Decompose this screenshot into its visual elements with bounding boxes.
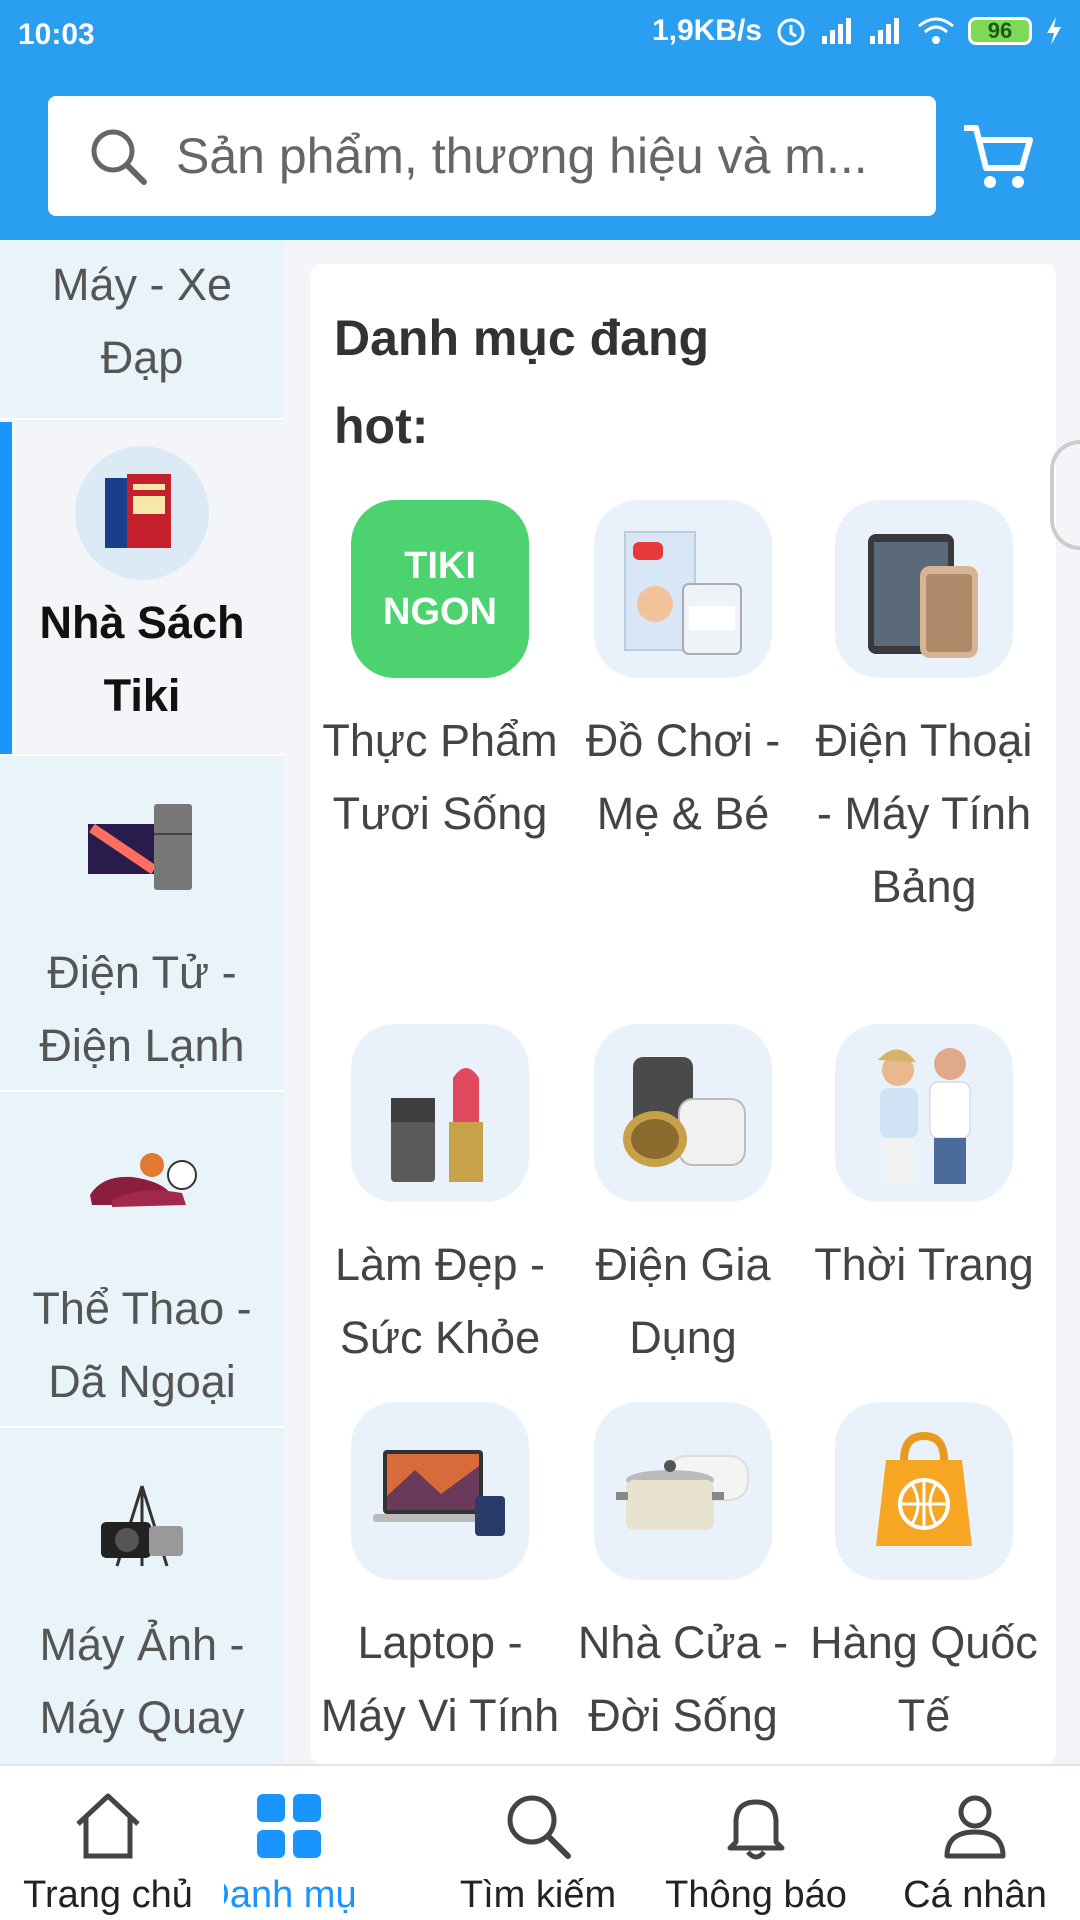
rice-cooker-pan-icon xyxy=(594,1024,772,1202)
category-tile[interactable]: Laptop - Máy Vi Tính xyxy=(320,1402,560,1752)
category-tile[interactable]: Điện Gia Dụng xyxy=(563,1024,803,1374)
sidebar-item-label: Thể Thao - Dã Ngoại xyxy=(32,1283,252,1407)
global-bag-icon xyxy=(835,1402,1013,1580)
category-label: Nhà Cửa - Đời Sống xyxy=(577,1617,789,1741)
sidebar-item-the-thao-da-ngoai[interactable]: Thể Thao - Dã Ngoại xyxy=(0,1094,284,1428)
bottom-navigation: Trang chủ Danh mục Tìm kiếm Thông báo Cá… xyxy=(0,1764,1080,1920)
charging-icon xyxy=(1047,17,1061,45)
sidebar-item-label: Nhà Sách Tiki xyxy=(39,597,245,721)
camera-thumbnail xyxy=(75,1454,209,1588)
lipstick-perfume-icon xyxy=(351,1024,529,1202)
books-thumbnail xyxy=(75,446,209,580)
sidebar-item-may-xe-dap[interactable]: Máy - Xe Đạp xyxy=(0,240,284,420)
nav-label: Danh mục xyxy=(224,1874,354,1916)
status-bar: 10:03 1,9KB/s 96 xyxy=(0,0,1080,72)
status-time: 10:03 xyxy=(18,18,95,51)
pot-pillow-icon xyxy=(594,1402,772,1580)
category-label: Điện Thoại - Máy Tính Bảng xyxy=(815,715,1033,912)
nav-label: Thông báo xyxy=(665,1874,847,1916)
category-tile[interactable]: Điện Thoại - Máy Tính Bảng xyxy=(804,500,1044,923)
category-label: Làm Đẹp - Sức Khỏe xyxy=(334,1239,546,1363)
books-icon xyxy=(105,474,171,548)
nav-label: Tìm kiếm xyxy=(459,1874,617,1916)
sidebar-item-dien-tu-dien-lanh[interactable]: Điện Tử - Điện Lạnh xyxy=(0,758,284,1092)
electronics-thumbnail xyxy=(75,782,209,916)
nav-item-search[interactable]: Tìm kiếm xyxy=(448,1766,628,1920)
battery-indicator: 96 xyxy=(968,17,1032,45)
search-icon xyxy=(91,129,147,185)
signal-icon xyxy=(822,18,851,44)
nav-item-categories[interactable]: Danh mục xyxy=(224,1766,354,1920)
category-tile[interactable]: Nhà Cửa - Đời Sống xyxy=(563,1402,803,1752)
category-label: Đồ Chơi - Mẹ & Bé xyxy=(585,715,781,839)
sports-thumbnail xyxy=(75,1118,209,1252)
home-icon xyxy=(76,1793,140,1859)
category-tile[interactable]: Thời Trang xyxy=(804,1024,1044,1301)
search-placeholder: Sản phẩm, thương hiệu và m... xyxy=(176,128,868,184)
diapers-milk-icon xyxy=(594,500,772,678)
scroll-handle[interactable] xyxy=(1050,440,1080,550)
laptop-icon xyxy=(351,1402,529,1580)
nav-item-profile[interactable]: Cá nhân xyxy=(890,1766,1060,1920)
alarm-icon xyxy=(777,18,805,46)
signal-icon-2 xyxy=(870,18,899,44)
category-tile[interactable]: TIKI NGON Thực Phẩm Tươi Sống xyxy=(320,500,560,850)
sidebar-item-nha-sach-tiki[interactable]: Nhà Sách Tiki xyxy=(0,422,284,756)
sneakers-ball-icon xyxy=(90,1153,197,1207)
sidebar-item-may-anh-may-quay[interactable]: Máy Ảnh - Máy Quay Phim xyxy=(0,1430,284,1764)
user-icon xyxy=(944,1795,1006,1859)
network-speed: 1,9KB/s xyxy=(651,14,762,47)
grid-icon xyxy=(257,1794,321,1858)
category-tile[interactable]: Hàng Quốc Tế xyxy=(804,1402,1044,1752)
category-label: Laptop - Máy Vi Tính xyxy=(320,1617,560,1741)
nav-item-home[interactable]: Trang chủ xyxy=(10,1766,206,1920)
app-header: 10:03 1,9KB/s 96 Sản phẩm, thương hiệu v… xyxy=(0,0,1080,240)
sidebar-item-label: Máy - Xe Đạp xyxy=(51,259,233,383)
category-tile[interactable]: Đồ Chơi - Mẹ & Bé xyxy=(563,500,803,850)
search-icon xyxy=(507,1795,571,1859)
bell-icon xyxy=(727,1799,785,1860)
fashion-models-icon xyxy=(835,1024,1013,1202)
nav-item-notifications[interactable]: Thông báo xyxy=(656,1766,856,1920)
category-sidebar: Máy - Xe Đạp Nhà Sách Tiki Điện Tử - Điệ… xyxy=(0,240,284,1764)
logo-text: TIKI NGON xyxy=(383,545,497,633)
hot-categories-panel: Danh mục đang hot: TIKI NGON Thực Phẩm T… xyxy=(310,264,1056,1764)
sidebar-item-label: Máy Ảnh - Máy Quay Phim xyxy=(39,1619,245,1743)
wifi-icon xyxy=(918,17,954,44)
nav-label: Trang chủ xyxy=(23,1874,193,1916)
status-indicators: 1,9KB/s 96 xyxy=(652,14,1064,48)
category-label: Điện Gia Dụng xyxy=(595,1239,771,1363)
tiki-ngon-logo: TIKI NGON xyxy=(351,500,529,678)
section-title: Danh mục đang hot: xyxy=(334,310,710,454)
category-label: Thực Phẩm Tươi Sống xyxy=(322,715,558,839)
cart-icon[interactable] xyxy=(960,118,1036,194)
nav-label: Cá nhân xyxy=(903,1874,1047,1916)
tv-fridge-icon xyxy=(88,804,192,890)
camera-tripod-icon xyxy=(101,1485,183,1567)
category-tile[interactable]: Làm Đẹp - Sức Khỏe xyxy=(320,1024,560,1374)
category-label: Hàng Quốc Tế xyxy=(810,1617,1038,1741)
search-bar[interactable]: Sản phẩm, thương hiệu và m... xyxy=(48,96,936,216)
sidebar-item-label: Điện Tử - Điện Lạnh xyxy=(39,947,245,1071)
phone-tablet-icon xyxy=(835,500,1013,678)
category-label: Thời Trang xyxy=(814,1239,1034,1290)
